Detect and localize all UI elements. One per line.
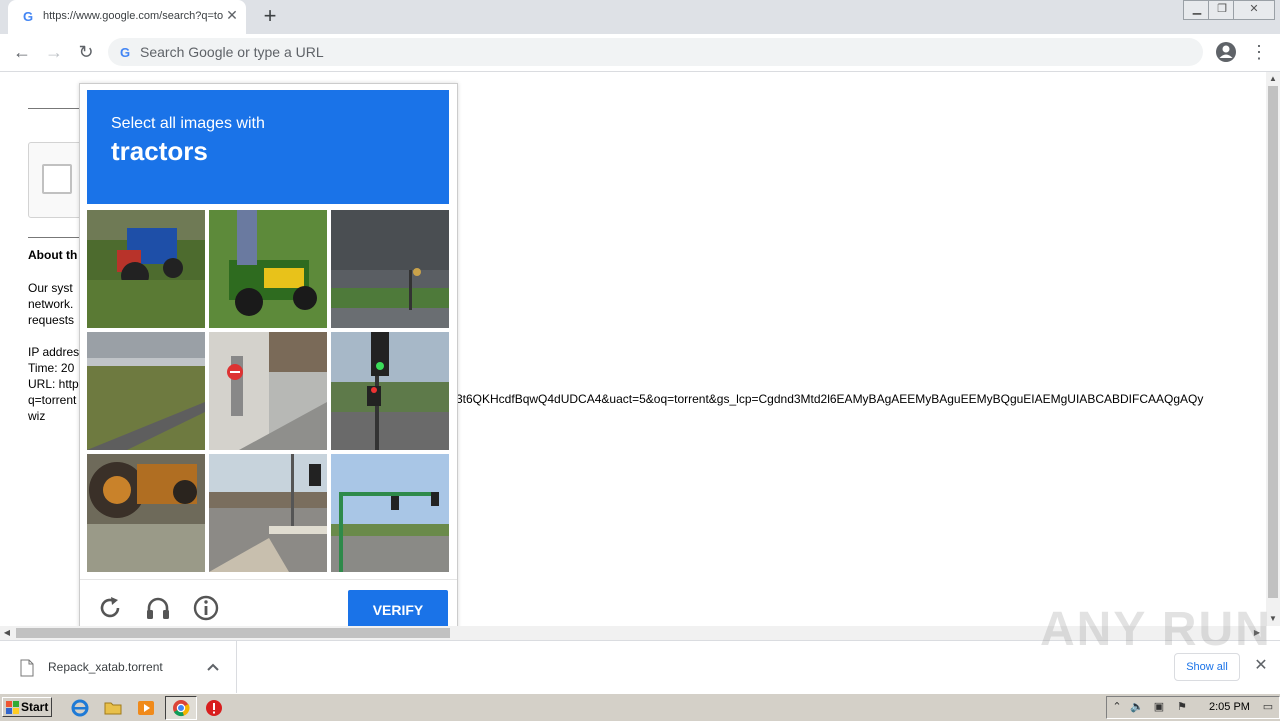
restore-icon[interactable]: ❐ — [1208, 0, 1236, 20]
taskbar-chrome-button[interactable] — [165, 696, 197, 720]
google-favicon-icon: G — [23, 9, 33, 23]
volume-icon[interactable]: 🔈 — [1130, 700, 1144, 714]
anyrun-watermark: ANY RUN — [1040, 603, 1272, 656]
chevron-up-icon[interactable] — [205, 659, 221, 675]
paragraph-line: URL: http — [28, 377, 79, 391]
image-grid — [87, 210, 451, 574]
verify-button[interactable]: VERIFY — [348, 590, 448, 630]
action-center-flag-icon[interactable]: ⚑ — [1175, 700, 1189, 714]
audio-challenge-icon[interactable] — [144, 594, 172, 622]
tab-title: https://www.google.com/search?q=torrent — [43, 10, 223, 22]
recaptcha-checkbox[interactable] — [42, 164, 72, 194]
paragraph-line: wiz — [28, 409, 46, 423]
challenge-header: Select all images with tractors — [87, 90, 449, 204]
paragraph-line: Our syst — [28, 281, 73, 295]
address-input[interactable] — [140, 42, 1140, 62]
paragraph-line: IP addres — [28, 345, 80, 359]
recaptcha-challenge: Select all images with tractors VERIFY — [79, 83, 458, 631]
folder-icon[interactable] — [103, 698, 123, 718]
vertical-scrollbar[interactable]: ▲ ▼ — [1266, 72, 1280, 626]
window-close-icon[interactable]: ✕ — [1233, 0, 1275, 20]
browser-toolbar: ← → ↻ G ⋮ — [0, 34, 1280, 72]
challenge-footer: VERIFY — [80, 579, 457, 630]
minimize-icon[interactable]: ▁ — [1183, 0, 1211, 20]
horizontal-scroll-thumb[interactable] — [16, 628, 450, 638]
challenge-target: tractors — [111, 136, 208, 166]
media-player-icon[interactable] — [136, 698, 156, 718]
paragraph-line: q=torrent — [28, 393, 77, 407]
image-tile-3[interactable] — [331, 210, 449, 328]
antivirus-stop-icon[interactable] — [204, 698, 224, 718]
reload-icon[interactable]: ↻ — [74, 40, 98, 64]
file-icon — [20, 659, 34, 677]
chrome-icon — [173, 700, 190, 717]
tab-strip: G https://www.google.com/search?q=torren… — [0, 0, 1280, 34]
svg-text:G: G — [23, 9, 33, 23]
image-tile-4[interactable] — [87, 332, 205, 450]
taskbar: Start ⌃ 🔈 ▣ ⚑ 2:05 PM ▭ — [0, 693, 1280, 721]
vertical-scroll-thumb[interactable] — [1268, 86, 1278, 598]
menu-dots-icon[interactable]: ⋮ — [1250, 40, 1268, 64]
download-file-name: Repack_xatab.torrent — [48, 660, 163, 674]
image-tile-9[interactable] — [331, 454, 449, 572]
scroll-up-icon[interactable]: ▲ — [1266, 72, 1280, 86]
close-tab-icon[interactable]: ✕ — [224, 7, 240, 23]
browser-tab[interactable]: G https://www.google.com/search?q=torren… — [8, 0, 246, 34]
close-download-bar-icon[interactable]: ✕ — [1252, 657, 1270, 675]
internet-explorer-icon[interactable] — [70, 698, 90, 718]
tray-expand-icon[interactable]: ⌃ — [1110, 700, 1124, 714]
start-label: Start — [21, 700, 49, 714]
forward-icon[interactable]: → — [42, 40, 66, 64]
back-icon[interactable]: ← — [10, 40, 34, 64]
address-bar[interactable]: G — [108, 38, 1203, 66]
image-tile-8[interactable] — [209, 454, 327, 572]
image-tile-6[interactable] — [331, 332, 449, 450]
about-heading: About th — [28, 248, 78, 262]
network-icon[interactable]: ▣ — [1152, 700, 1166, 714]
new-tab-icon[interactable]: + — [260, 5, 280, 27]
paragraph-line: Time: 20 — [28, 361, 75, 375]
image-tile-1[interactable] — [87, 210, 205, 328]
reload-challenge-icon[interactable] — [96, 594, 124, 622]
start-button[interactable]: Start — [2, 697, 52, 717]
scroll-left-icon[interactable]: ◀ — [0, 626, 14, 640]
paragraph-line: requests — [28, 313, 75, 327]
url-text: 3t6QKHcdfBqwQ4dUDCA4&uact=5&oq=torrent&g… — [456, 392, 1204, 406]
image-tile-7[interactable] — [87, 454, 205, 572]
google-g-icon: G — [120, 45, 130, 59]
profile-icon[interactable] — [1215, 41, 1237, 63]
image-tile-2[interactable] — [209, 210, 327, 328]
taskbar-clock[interactable]: 2:05 PM — [1209, 701, 1250, 713]
show-desktop-icon[interactable]: ▭ — [1260, 700, 1276, 714]
download-item[interactable]: Repack_xatab.torrent — [0, 641, 237, 693]
divider — [28, 108, 80, 109]
show-all-button[interactable]: Show all — [1174, 653, 1240, 681]
image-tile-5[interactable] — [209, 332, 327, 450]
windows-logo-icon — [6, 701, 19, 714]
system-tray: ⌃ 🔈 ▣ ⚑ 2:05 PM ▭ — [1106, 696, 1280, 719]
info-icon[interactable] — [192, 594, 220, 622]
divider — [28, 237, 80, 238]
svg-text:G: G — [120, 45, 130, 59]
challenge-instruction: Select all images with — [111, 115, 265, 132]
paragraph-line: network. — [28, 297, 74, 311]
